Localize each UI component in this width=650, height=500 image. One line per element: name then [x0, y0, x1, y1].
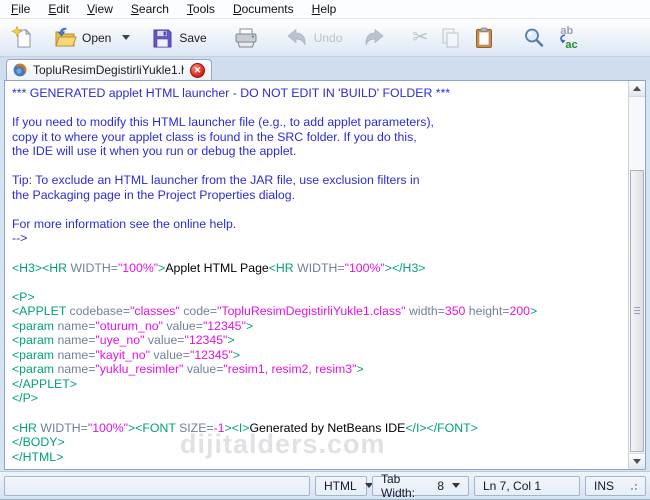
ab-ac-replace-icon: ab ac	[560, 24, 578, 51]
code-line: <param name="kayit_no" value="12345">	[12, 347, 241, 362]
menu-view[interactable]: View	[78, 0, 122, 18]
html-file-firefox-icon	[13, 63, 27, 77]
code-line: <HR WIDTH="100%"><FONT SIZE=-1><I>Genera…	[12, 420, 478, 435]
clipboard-icon	[476, 27, 493, 48]
code-line: </P>	[12, 391, 38, 406]
tab-width-label: Tab Width:	[381, 471, 416, 500]
open-button-label: Open	[82, 30, 112, 45]
insert-mode-panel: INS	[585, 475, 646, 496]
scroll-up-button[interactable]	[629, 81, 645, 97]
code-area[interactable]: *** GENERATED applet HTML launcher - DO …	[5, 81, 627, 469]
menu-search[interactable]: Search	[122, 0, 178, 18]
menu-help[interactable]: Help	[303, 0, 346, 18]
redo-button	[357, 23, 391, 53]
editor-pane: *** GENERATED applet HTML launcher - DO …	[4, 80, 646, 470]
menu-file[interactable]: File	[2, 0, 39, 18]
undo-button-label: Undo	[313, 30, 343, 45]
floppy-disk-icon	[153, 29, 172, 47]
undo-arrow-icon	[287, 28, 306, 45]
code-line: </APPLET>	[12, 376, 77, 391]
open-folder-icon	[55, 27, 77, 46]
toolbar: Open Save Undo ✂ ab ac	[0, 19, 650, 57]
open-dropdown-arrow-icon[interactable]	[122, 35, 131, 40]
scrollbar-thumb[interactable]	[630, 170, 644, 452]
code-line: For more information see the online help…	[12, 216, 237, 231]
code-line: <param name="yuklu_resimler" value="resi…	[12, 362, 364, 377]
printer-icon	[235, 28, 257, 47]
menu-documents[interactable]: Documents	[224, 0, 303, 18]
status-bar: HTML Tab Width: 8 Ln 7, Col 1 INS	[0, 471, 650, 500]
new-document-icon	[11, 25, 32, 47]
scroll-down-button[interactable]	[629, 453, 645, 469]
code-line: </HTML>	[12, 449, 64, 464]
tab-bar: TopluResimDegistirliYukle1.html ✕	[0, 57, 650, 80]
save-button[interactable]: Save	[145, 23, 211, 53]
copy-pages-icon	[442, 28, 459, 47]
menu-edit[interactable]: Edit	[39, 0, 78, 18]
code-line: <H3><HR WIDTH="100%">Applet HTML Page<HR…	[12, 260, 426, 275]
scrollbar-grip-icon	[634, 307, 640, 315]
code-line: </BODY>	[12, 435, 65, 450]
tab-close-icon[interactable]: ✕	[190, 62, 205, 78]
copy-button	[433, 23, 467, 53]
vertical-scrollbar[interactable]	[628, 81, 645, 469]
paste-button[interactable]	[467, 23, 501, 53]
code-line: copy it to where your applet class is fo…	[12, 129, 417, 144]
code-line: If you need to modify this HTML launcher…	[12, 115, 434, 130]
cursor-position: Ln 7, Col 1	[483, 478, 542, 493]
magnifier-icon	[525, 28, 544, 47]
open-button[interactable]: Open	[48, 23, 135, 53]
tab-width-selector[interactable]: Tab Width: 8	[372, 472, 469, 500]
replace-button[interactable]: ab ac	[551, 23, 585, 53]
cursor-position-panel: Ln 7, Col 1	[474, 475, 580, 496]
resize-grip-icon	[629, 482, 637, 490]
code-line: the IDE will use it when you run or debu…	[12, 144, 297, 159]
document-tab[interactable]: TopluResimDegistirliYukle1.html ✕	[6, 59, 212, 80]
scissors-icon: ✂	[412, 27, 429, 48]
scroll-down-arrow-icon	[633, 459, 641, 464]
cut-button: ✂	[407, 23, 433, 52]
code-line: -->	[12, 231, 28, 246]
language-selector[interactable]: HTML	[315, 475, 373, 496]
tab-width-value: 8	[437, 478, 444, 493]
find-button[interactable]	[517, 23, 551, 53]
tab-width-dropdown-arrow-icon	[452, 483, 460, 488]
new-document-button[interactable]	[6, 23, 40, 53]
insert-mode: INS	[594, 478, 615, 493]
code-line: <APPLET codebase="classes" code="TopluRe…	[12, 304, 538, 319]
code-line: <param name="oturum_no" value="12345">	[12, 318, 254, 333]
code-line: <param name="uye_no" value="12345">	[12, 333, 235, 348]
undo-button: Undo	[280, 23, 348, 53]
code-line: *** GENERATED applet HTML launcher - DO …	[12, 86, 451, 100]
scroll-up-arrow-icon	[633, 86, 641, 91]
tab-title: TopluResimDegistirliYukle1.html	[33, 63, 184, 77]
code-line: Tip: To exclude an HTML launcher from th…	[12, 173, 420, 188]
code-line: <P>	[12, 289, 35, 304]
editor-window: File Edit View Search Tools Documents He…	[0, 0, 650, 500]
save-button-label: Save	[179, 30, 207, 45]
language-label: HTML	[324, 478, 357, 493]
print-button[interactable]	[228, 23, 264, 53]
code-line: the Packaging page in the Project Proper…	[12, 187, 296, 202]
redo-arrow-icon	[366, 28, 384, 45]
menu-bar: File Edit View Search Tools Documents He…	[0, 0, 650, 19]
menu-tools[interactable]: Tools	[178, 0, 224, 18]
status-message-panel	[4, 475, 310, 496]
